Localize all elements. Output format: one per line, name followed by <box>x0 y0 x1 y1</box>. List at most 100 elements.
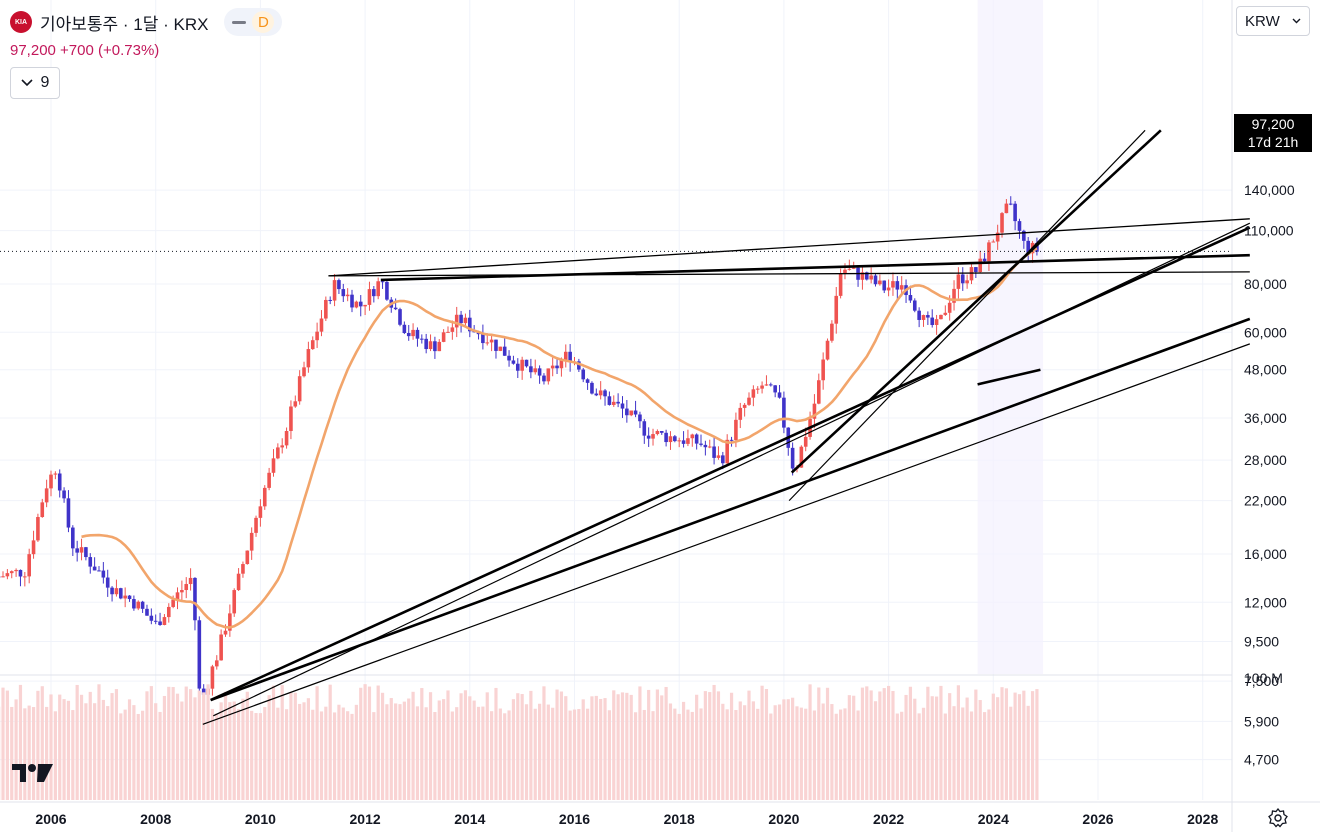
candle-body <box>132 599 136 609</box>
candle-body <box>939 314 943 320</box>
volume-bar <box>459 693 463 800</box>
price-axis-label: 60,000 <box>1244 324 1287 340</box>
candle-body <box>982 258 987 262</box>
candle-body <box>930 317 935 325</box>
volume-bar <box>398 704 402 800</box>
volume-bar <box>468 696 472 800</box>
candle-body <box>332 280 337 301</box>
volume-bar <box>507 710 511 800</box>
candle-body <box>734 419 738 441</box>
volume-bar <box>258 713 262 800</box>
volume-bar <box>411 691 415 800</box>
market-status-pill[interactable]: D <box>224 8 283 36</box>
volume-bar <box>699 708 703 800</box>
volume-bar <box>171 687 175 800</box>
price-axis-label: 12,000 <box>1244 594 1287 610</box>
volume-bar <box>79 694 84 800</box>
candle-body <box>681 440 686 444</box>
candle-body <box>1004 203 1009 214</box>
volume-bar <box>777 704 782 800</box>
indicator-collapse-button[interactable]: 9 <box>10 67 60 99</box>
candle-body <box>319 318 324 332</box>
volume-bar <box>516 693 520 800</box>
trendline <box>380 253 1250 282</box>
candle-body <box>433 341 437 352</box>
candle-body <box>358 301 363 307</box>
candle-body <box>380 281 385 283</box>
volume-bar <box>228 702 232 800</box>
volume-bar <box>607 710 611 800</box>
time-axis-label: 2008 <box>140 811 171 827</box>
volume-bar <box>633 712 638 800</box>
price-axis-label: 48,000 <box>1244 362 1287 378</box>
candle-body <box>891 281 895 288</box>
volume-bar <box>769 713 773 800</box>
candle-body <box>18 569 23 577</box>
candle-body <box>603 390 607 397</box>
volume-bar <box>415 706 420 800</box>
volume-bar <box>1013 692 1017 800</box>
trendline <box>210 226 1251 702</box>
volume-bar <box>603 698 607 800</box>
candle-body <box>184 584 189 591</box>
volume-bar <box>681 701 686 800</box>
candle-body <box>376 281 380 297</box>
candle-body <box>463 317 468 324</box>
candle-body <box>934 319 939 325</box>
candle-body <box>594 393 599 396</box>
candle-body <box>882 280 887 291</box>
candle-body <box>1017 221 1022 231</box>
candle-body <box>873 275 878 285</box>
volume-bar <box>620 692 625 800</box>
candle-body <box>598 390 603 396</box>
candle-body <box>232 590 237 614</box>
bar-countdown: 17d 21h <box>1247 134 1299 150</box>
volume-bar <box>978 700 982 800</box>
currency-selector[interactable]: KRW <box>1236 6 1310 36</box>
indicator-count: 9 <box>40 74 50 91</box>
volume-bar <box>878 691 882 800</box>
candle-body <box>306 349 311 368</box>
volume-bar <box>996 697 1000 800</box>
settings-icon[interactable] <box>1268 808 1288 828</box>
volume-bar <box>455 707 459 800</box>
volume-bar <box>250 710 254 800</box>
volume-bar <box>564 696 568 800</box>
candle-body <box>27 554 31 577</box>
volume-bar <box>476 706 481 800</box>
volume-bar <box>1000 687 1004 800</box>
volume-bar <box>660 695 664 800</box>
volume-bar <box>913 698 917 800</box>
candle-body <box>66 498 71 528</box>
chevron-down-icon <box>1292 18 1301 24</box>
candle-body <box>507 355 511 361</box>
volume-bar <box>123 709 127 800</box>
candle-body <box>515 363 520 371</box>
candle-body <box>707 446 712 448</box>
price-chart[interactable]: 140,000 110,000 80,000 60,000 48,000 36,000 28… <box>0 0 1320 832</box>
volume-bar <box>254 713 258 800</box>
volume-bar <box>210 708 215 800</box>
volume-bar <box>629 694 633 800</box>
kia-logo-icon: KIA <box>10 11 32 33</box>
candle-body <box>188 577 193 585</box>
delayed-badge: D <box>252 11 275 33</box>
volume-bar <box>712 684 716 800</box>
candle-body <box>127 595 132 600</box>
symbol-title[interactable]: 기아보통주 · 1달 · KRX <box>40 10 208 35</box>
candle-body <box>372 289 376 297</box>
candle-body <box>53 473 58 475</box>
candle-body <box>677 440 681 442</box>
volume-bar <box>577 709 581 800</box>
candle-body <box>659 431 664 433</box>
volume-bar <box>463 690 468 800</box>
volume-bar <box>612 690 616 800</box>
volume-bar <box>162 695 167 800</box>
volume-bar <box>49 694 53 800</box>
volume-bar <box>114 689 119 800</box>
candle-body <box>926 315 930 318</box>
volume-bar <box>88 691 92 800</box>
tradingview-logo-icon[interactable] <box>12 762 54 784</box>
candle-body <box>44 488 49 503</box>
candle-body <box>271 458 276 473</box>
